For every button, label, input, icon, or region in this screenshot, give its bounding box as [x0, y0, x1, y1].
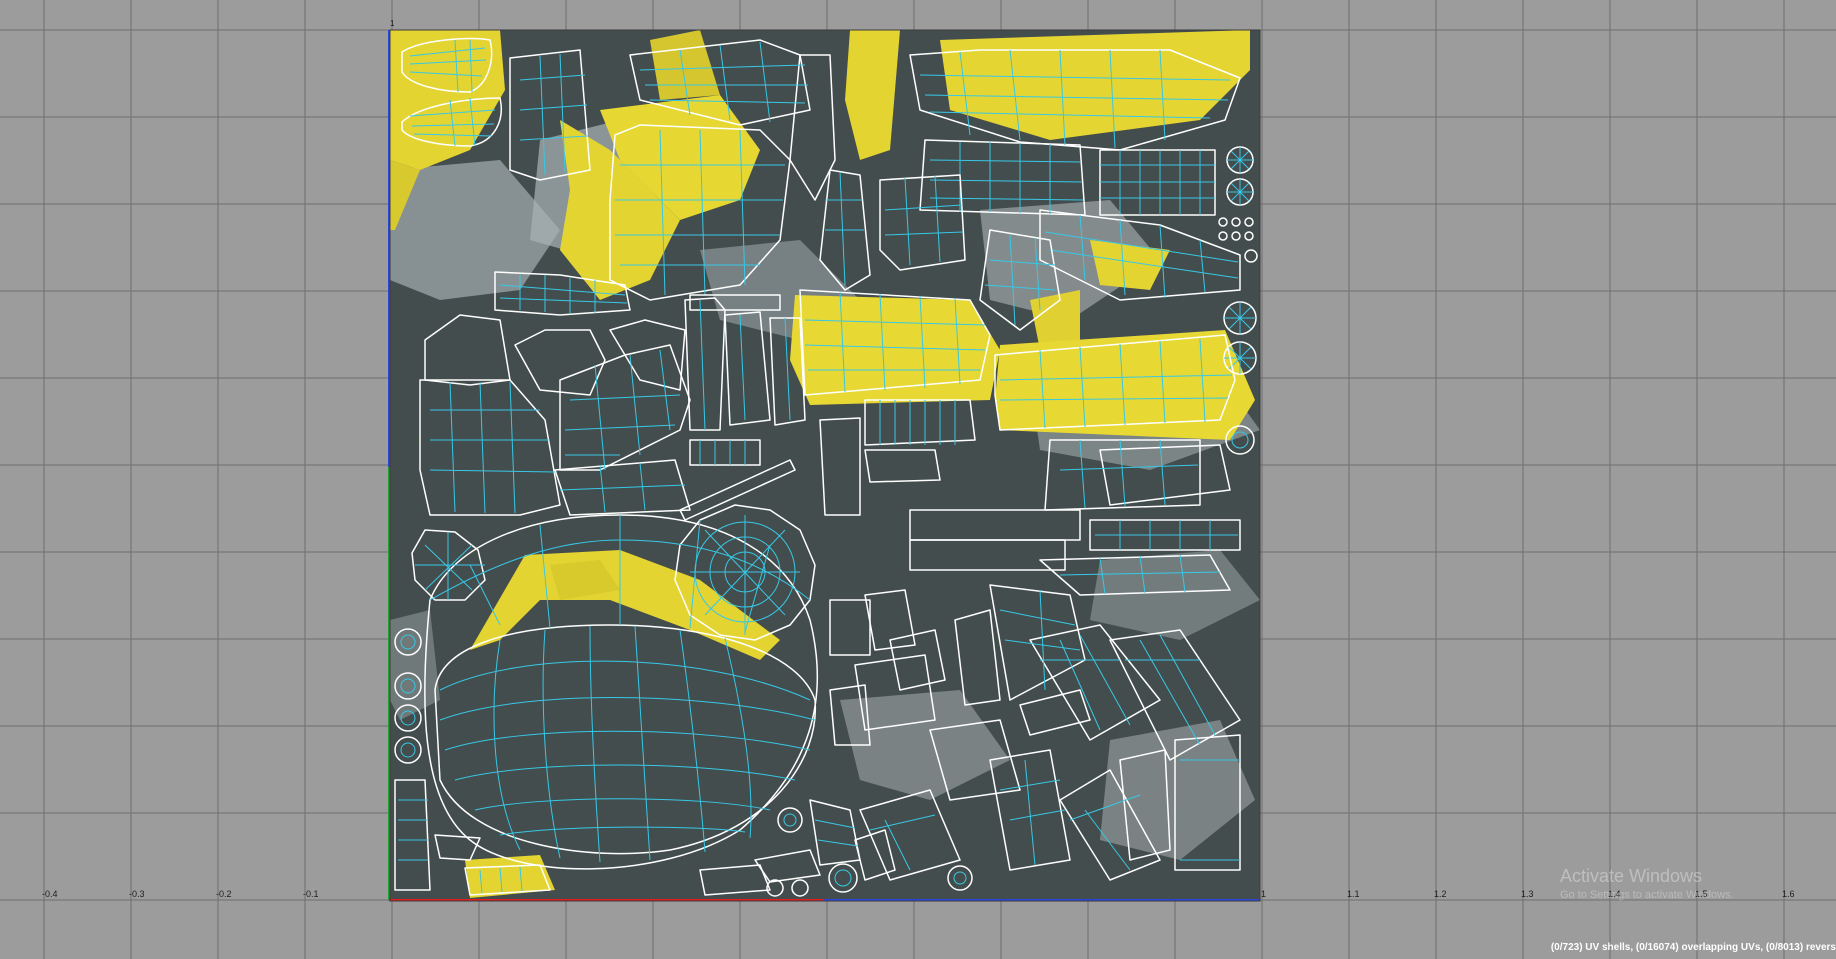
watermark-title: Activate Windows — [1560, 866, 1703, 886]
u-tick-label: -0.3 — [129, 889, 145, 899]
u-tick-label: 1.1 — [1347, 889, 1360, 899]
windows-activation-watermark: Activate Windows Go to Settings to activ… — [1560, 866, 1734, 902]
uv-status-readout: (0/723) UV shells, (0/16074) overlapping… — [1550, 942, 1836, 953]
u-tick-label: -0.1 — [303, 889, 319, 899]
uv-tile-texture — [390, 30, 1260, 901]
u-tick-label: -0.4 — [42, 889, 58, 899]
uv-canvas[interactable] — [0, 0, 1836, 959]
watermark-subtitle: Go to Settings to activate Windows. — [1560, 889, 1734, 901]
u-tick-label: 1 — [1261, 889, 1267, 899]
u-tick-label: 1.3 — [1521, 889, 1534, 899]
uv-editor-viewport[interactable]: 1 -0.4 -0.3 -0.2 -0.1 1 1.1 1.2 1.3 1.4 … — [0, 0, 1836, 959]
u-tick-label: 1.2 — [1434, 889, 1447, 899]
u-tick-label: -0.2 — [216, 889, 232, 899]
u-tick-label: 1.6 — [1782, 889, 1795, 899]
uv-origin-corner-label: 1 — [390, 19, 395, 28]
